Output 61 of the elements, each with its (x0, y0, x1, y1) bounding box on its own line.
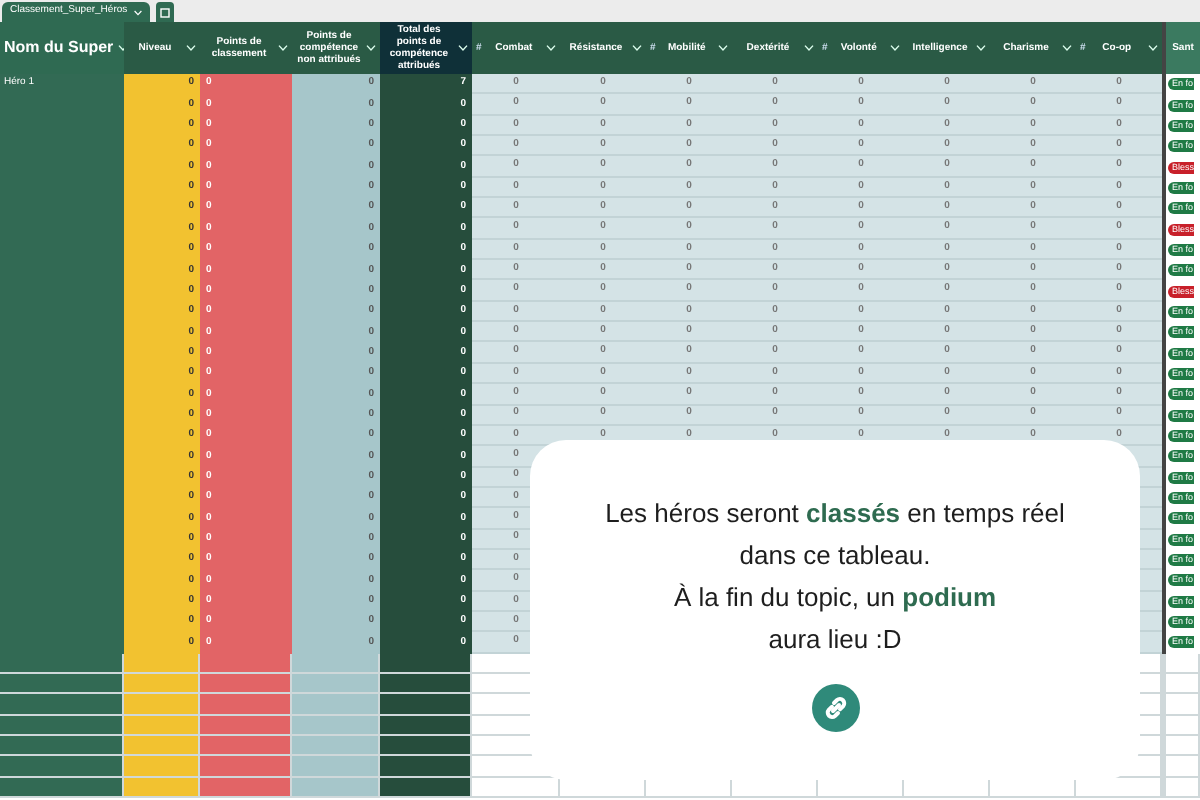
chevron-icon (278, 44, 288, 52)
chevron-icon (133, 9, 142, 15)
table-cell (0, 673, 124, 695)
table-cell (1162, 756, 1200, 778)
table-cell (380, 653, 472, 674)
chevron-icon (1148, 44, 1158, 52)
table-cell (124, 653, 200, 674)
table-cell (200, 673, 292, 695)
column-header[interactable]: Nom du Super (0, 22, 124, 74)
chevron-icon (632, 44, 642, 52)
sheet-tab-icon[interactable] (155, 2, 174, 22)
table-cell (292, 756, 380, 778)
table-cell (200, 756, 292, 778)
table-cell (1162, 736, 1200, 757)
table-cell (292, 673, 380, 695)
table-cell (380, 756, 472, 778)
table-cell (1162, 777, 1200, 799)
table-cell (200, 715, 292, 736)
table-cell (292, 777, 380, 799)
table-cell (380, 694, 472, 716)
chevron-icon (1062, 44, 1072, 52)
chevron-icon (186, 44, 196, 52)
table-cell (380, 777, 472, 799)
table-cell (0, 736, 124, 757)
chevron-icon (890, 44, 900, 52)
table-cell (292, 736, 380, 757)
link-button[interactable] (811, 684, 859, 732)
chevron-icon (117, 44, 124, 52)
table-cell (380, 715, 472, 736)
table-cell (292, 653, 380, 674)
chevron-icon (546, 44, 556, 52)
chevron-icon (804, 44, 814, 52)
table-cell (292, 694, 380, 716)
table-cell (380, 673, 472, 695)
table-cell (124, 736, 200, 757)
table-cell (0, 777, 124, 799)
table-cell (200, 777, 292, 799)
table-cell (1162, 715, 1200, 736)
chevron-icon (976, 44, 986, 52)
chevron-icon (718, 44, 728, 52)
table-cell (0, 694, 124, 716)
link-icon (821, 694, 849, 722)
table-cell (200, 694, 292, 716)
table-cell (0, 653, 124, 674)
table-cell (0, 715, 124, 736)
table-cell (292, 715, 380, 736)
chevron-icon (366, 44, 376, 52)
chevron-icon (458, 44, 468, 52)
table-cell (124, 756, 200, 778)
table-cell (0, 756, 124, 778)
card-text: Les héros seront classés en temps réel dans ce tableau. (603, 496, 1067, 574)
table-cell (1162, 673, 1200, 695)
table-cell (1162, 694, 1200, 716)
table-cell (124, 694, 200, 716)
table-cell (124, 673, 200, 695)
table-cell (124, 777, 200, 799)
table-cell (124, 715, 200, 736)
table-cell (380, 736, 472, 757)
table-cell (200, 736, 292, 757)
table-cell (200, 653, 292, 674)
card-text: À la fin du topic, un podium aura lieu :D (671, 580, 999, 658)
